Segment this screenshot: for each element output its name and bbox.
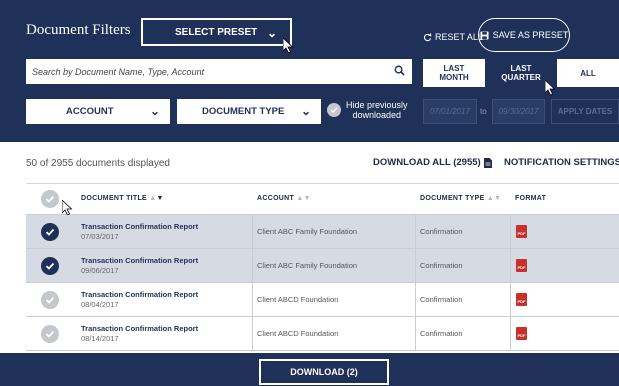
tab-last-month-line1: LAST — [443, 64, 465, 73]
date-range-separator: to — [480, 107, 487, 116]
document-title-cell: Transaction Confirmation Report 08/14/20… — [81, 317, 198, 350]
save-as-preset-label: SAVE AS PRESET — [492, 30, 569, 40]
account-cell: Client ABC Family Foundation — [257, 227, 358, 236]
document-title-link[interactable]: Transaction Confirmation Report — [81, 324, 198, 333]
documents-table: DOCUMENT TITLE ▲▼ ACCOUNT ▲▼ DOCUMENT TY… — [26, 183, 619, 351]
refresh-icon — [423, 32, 432, 41]
row-checkbox[interactable] — [41, 291, 59, 309]
document-type-cell: Confirmation — [420, 329, 463, 338]
column-header-format: FORMAT — [515, 195, 546, 202]
end-date-value: 09/30/2017 — [498, 107, 539, 116]
start-date-value: 07/01/2017 — [429, 107, 471, 116]
chevron-down-icon: ⌄ — [300, 104, 311, 118]
document-title-cell: Transaction Confirmation Report 08/04/20… — [81, 283, 198, 316]
account-cell: Client ABC Family Foundation — [257, 261, 358, 270]
apply-dates-button[interactable]: APPLY DATES — [551, 99, 619, 124]
search-input[interactable]: Search by Document Name, Type, Account — [26, 59, 412, 84]
pdf-icon[interactable]: PDF — [516, 327, 527, 340]
pdf-icon[interactable]: PDF — [516, 259, 527, 272]
document-date: 07/03/2017 — [81, 232, 119, 241]
table-row[interactable]: Transaction Confirmation Report 07/03/20… — [26, 215, 619, 249]
column-header-document-type[interactable]: DOCUMENT TYPE ▲▼ — [420, 195, 501, 202]
select-preset-label: SELECT PRESET — [175, 26, 258, 38]
reset-all-label: RESET ALL — [435, 32, 483, 42]
document-filters-panel: Document Filters SELECT PRESET ⌄ RESET A… — [0, 0, 619, 142]
checkbox-icon — [327, 103, 341, 117]
chevron-down-icon: ⌄ — [149, 104, 160, 118]
notification-settings-label: NOTIFICATION SETTINGS — [504, 157, 619, 168]
sort-icon[interactable]: ▲▼ — [149, 195, 163, 202]
account-cell: Client ABCD Foundation — [257, 295, 339, 304]
end-date-input[interactable]: 09/30/2017 — [492, 99, 545, 124]
tab-last-month[interactable]: LAST MONTH — [423, 59, 485, 87]
document-type-cell: Confirmation — [420, 295, 463, 304]
document-date: 08/14/2017 — [81, 334, 119, 343]
documents-count: 50 of 2955 documents displayed — [26, 158, 170, 169]
reset-all-button[interactable]: RESET ALL — [423, 32, 483, 42]
table-row[interactable]: Transaction Confirmation Report 08/04/20… — [26, 283, 619, 317]
column-header-account[interactable]: ACCOUNT ▲▼ — [257, 195, 311, 202]
table-row[interactable]: Transaction Confirmation Report 09/06/20… — [26, 249, 619, 283]
tab-last-quarter-line1: LAST — [510, 64, 532, 73]
pdf-icon[interactable]: PDF — [516, 293, 527, 306]
pdf-icon[interactable]: PDF — [516, 225, 527, 238]
download-footer-bar: DOWNLOAD (2) — [0, 353, 619, 386]
sort-icon[interactable]: ▲▼ — [487, 195, 501, 202]
hide-downloaded-line2: downloaded — [352, 110, 402, 120]
document-date: 08/04/2017 — [81, 300, 119, 309]
sort-icon[interactable]: ▲▼ — [296, 195, 310, 202]
document-type-dropdown[interactable]: DOCUMENT TYPE ⌄ — [177, 99, 321, 124]
document-type-header-label: DOCUMENT TYPE — [420, 195, 485, 202]
document-title-cell: Transaction Confirmation Report 09/06/20… — [81, 249, 198, 282]
filters-title: Document Filters — [26, 22, 131, 38]
tab-all-label: ALL — [580, 68, 596, 78]
apply-dates-label: APPLY DATES — [557, 107, 613, 116]
document-title-cell: Transaction Confirmation Report 07/03/20… — [81, 215, 198, 248]
hide-downloaded-toggle[interactable]: Hide previously downloaded — [327, 100, 408, 120]
row-checkbox[interactable] — [41, 325, 59, 343]
search-placeholder: Search by Document Name, Type, Account — [32, 66, 205, 77]
document-title-link[interactable]: Transaction Confirmation Report — [81, 222, 198, 231]
download-selected-button[interactable]: DOWNLOAD (2) — [259, 359, 389, 385]
table-row[interactable]: Transaction Confirmation Report 08/14/20… — [26, 317, 619, 351]
download-all-link[interactable]: DOWNLOAD ALL (2955) — [373, 157, 492, 168]
notification-settings-link[interactable]: NOTIFICATION SETTINGS ⚙ — [504, 157, 619, 168]
account-dropdown-label: ACCOUNT — [66, 106, 114, 117]
account-cell: Client ABCD Foundation — [257, 329, 339, 338]
row-checkbox[interactable] — [41, 223, 59, 241]
document-icon — [483, 157, 492, 168]
tab-all[interactable]: ALL — [557, 59, 619, 87]
tab-last-quarter-line2: QUARTER — [501, 73, 541, 82]
document-title-link[interactable]: Transaction Confirmation Report — [81, 256, 198, 265]
tab-last-month-line2: MONTH — [439, 73, 469, 82]
search-icon[interactable] — [394, 65, 405, 76]
document-type-cell: Confirmation — [420, 261, 463, 270]
format-header-label: FORMAT — [515, 195, 547, 202]
save-as-preset-button[interactable]: SAVE AS PRESET — [478, 18, 570, 52]
start-date-input[interactable]: 07/01/2017 — [423, 99, 477, 124]
document-type-dropdown-label: DOCUMENT TYPE — [202, 106, 285, 117]
table-header: DOCUMENT TITLE ▲▼ ACCOUNT ▲▼ DOCUMENT TY… — [26, 183, 619, 216]
chevron-down-icon: ⌄ — [266, 26, 277, 40]
download-all-label: DOWNLOAD ALL (2955) — [373, 157, 481, 168]
account-dropdown[interactable]: ACCOUNT ⌄ — [26, 99, 170, 124]
account-header-label: ACCOUNT — [257, 195, 295, 202]
download-selected-label: DOWNLOAD (2) — [290, 367, 358, 377]
document-title-link[interactable]: Transaction Confirmation Report — [81, 290, 198, 299]
column-header-document-title[interactable]: DOCUMENT TITLE ▲▼ — [81, 195, 164, 202]
document-title-header-label: DOCUMENT TITLE — [81, 195, 148, 202]
save-icon — [480, 30, 489, 40]
document-type-cell: Confirmation — [420, 227, 463, 236]
row-checkbox[interactable] — [41, 257, 59, 275]
select-preset-dropdown[interactable]: SELECT PRESET ⌄ — [141, 18, 292, 46]
document-date: 09/06/2017 — [81, 266, 119, 275]
hide-downloaded-line1: Hide previously — [346, 100, 408, 110]
select-all-checkbox[interactable] — [41, 190, 59, 208]
